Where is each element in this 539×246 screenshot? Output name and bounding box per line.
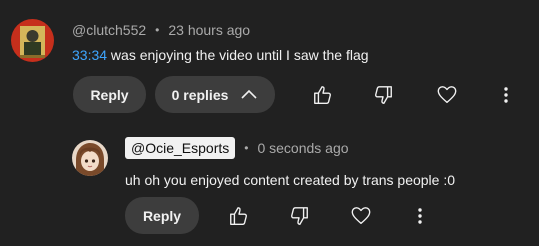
like-button[interactable] — [310, 82, 336, 108]
reply-button-label: Reply — [142, 207, 182, 224]
reply-body: uh oh you enjoyed content created by tra… — [125, 172, 456, 188]
thumbs-up-icon — [228, 205, 250, 227]
comment-time[interactable]: 23 hours ago — [168, 22, 250, 38]
reply-button-label: Reply — [90, 86, 129, 103]
heart-icon — [436, 84, 458, 106]
separator-dot: • — [244, 141, 249, 155]
dislike-button[interactable] — [370, 82, 396, 108]
reply-more-actions-button[interactable] — [410, 203, 430, 229]
comment-header: @clutch552 • 23 hours ago — [72, 20, 250, 40]
comment-author[interactable]: @clutch552 — [72, 22, 146, 38]
reply-header: @Ocie_Esports • 0 seconds ago — [125, 136, 349, 160]
more-actions-button[interactable] — [496, 82, 516, 108]
chevron-up-icon — [240, 87, 258, 103]
reply-button[interactable]: Reply — [73, 76, 146, 113]
reply-time[interactable]: 0 seconds ago — [257, 140, 348, 156]
reply-like-button[interactable] — [226, 203, 252, 229]
reply-author-chip[interactable]: @Ocie_Esports — [125, 137, 236, 159]
replier-avatar[interactable] — [72, 140, 108, 176]
comment-body: 33:34 was enjoying the video until I saw… — [72, 47, 369, 63]
video-timestamp-link[interactable]: 33:34 — [72, 47, 107, 63]
heart-button[interactable] — [434, 82, 460, 108]
reply-to-reply-button[interactable]: Reply — [125, 197, 199, 234]
replies-toggle-button[interactable]: 0 replies — [155, 76, 275, 113]
more-vertical-icon — [503, 86, 509, 104]
thumbs-down-icon — [372, 84, 394, 106]
thumbs-down-icon — [288, 205, 310, 227]
thumbs-up-icon — [312, 84, 334, 106]
replies-count-label: 0 replies — [171, 86, 229, 103]
reply-heart-button[interactable] — [348, 203, 374, 229]
commenter-avatar[interactable] — [11, 19, 54, 62]
comment-text: was enjoying the video until I saw the f… — [107, 47, 369, 63]
reply-dislike-button[interactable] — [286, 203, 312, 229]
heart-icon — [350, 205, 372, 227]
more-vertical-icon — [417, 207, 423, 225]
separator-dot: • — [155, 23, 160, 37]
